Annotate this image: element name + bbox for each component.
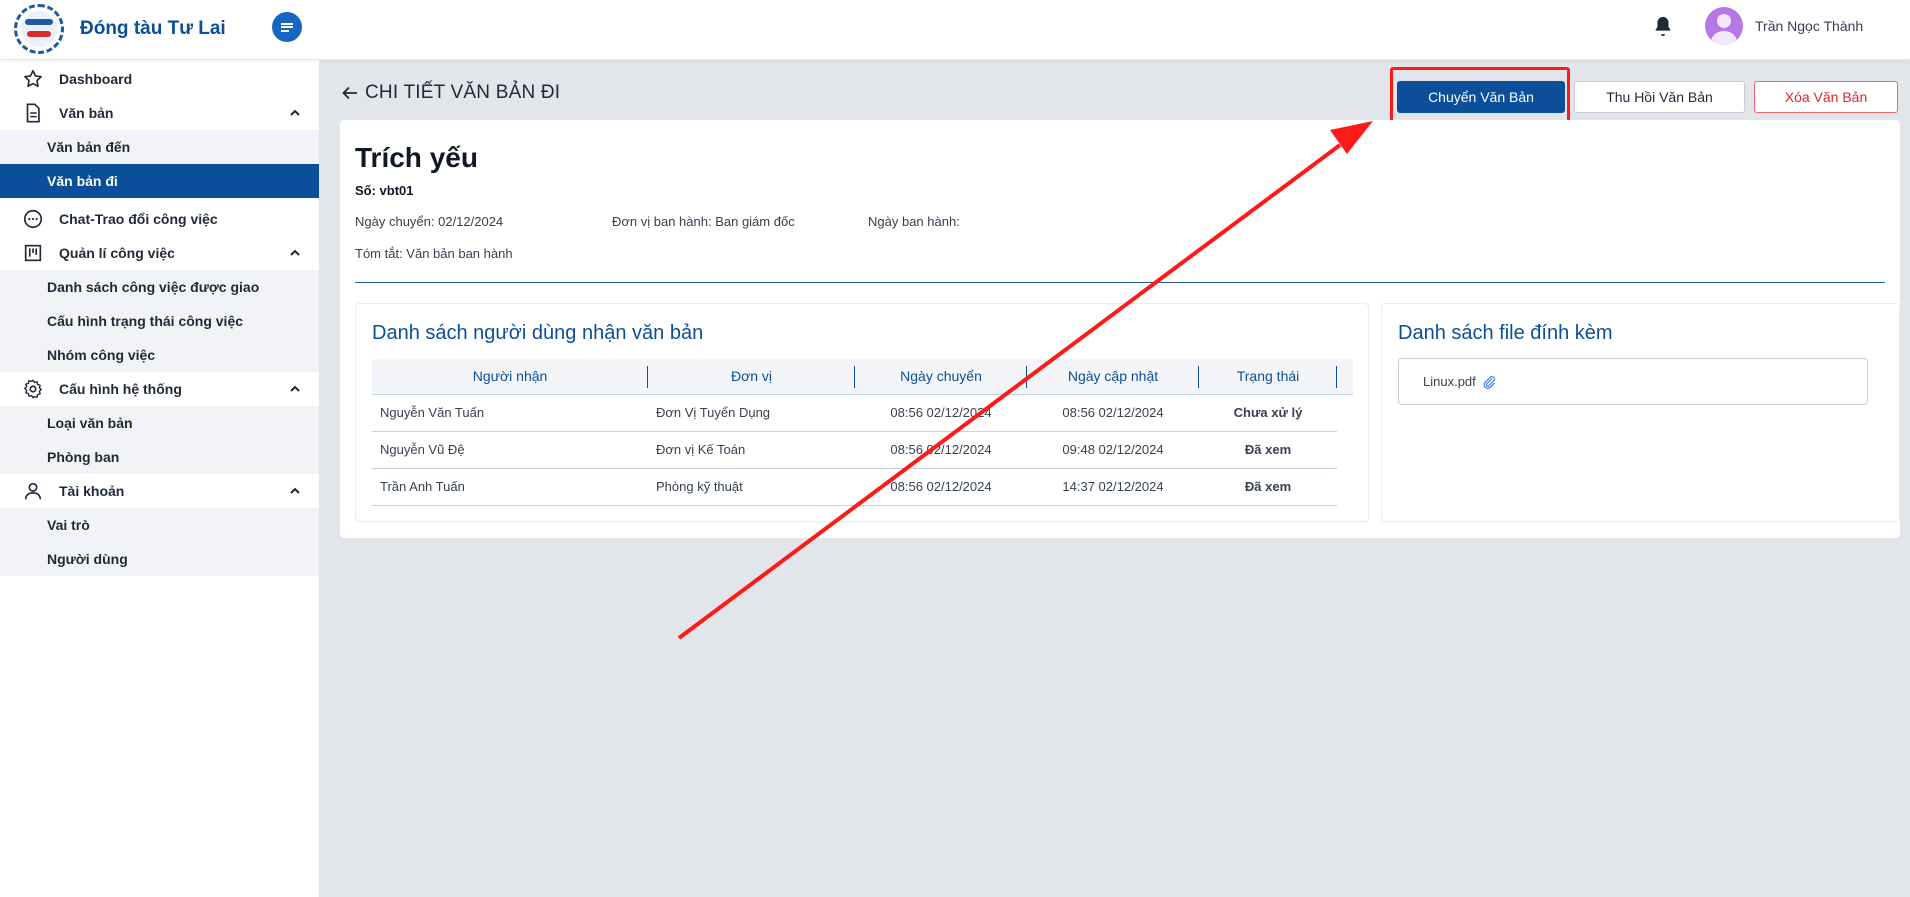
sidebar-item-chat[interactable]: Chat-Trao đổi công việc <box>0 202 319 236</box>
sidebar-item-assigned-tasks[interactable]: Danh sách công việc được giao <box>0 270 319 304</box>
sidebar-group-account[interactable]: Tài khoản <box>0 474 319 508</box>
sidebar-item-roles[interactable]: Vai trò <box>0 508 319 542</box>
table-row[interactable]: Nguyễn Văn Tuấn Đơn Vị Tuyển Dụng 08:56 … <box>372 394 1353 432</box>
sidebar-item-departments[interactable]: Phòng ban <box>0 440 319 474</box>
sidebar-submenu-account: Vai trò Người dùng <box>0 508 319 576</box>
attachments-title: Danh sách file đính kèm <box>1398 322 1613 344</box>
column-header[interactable]: Đơn vị <box>648 359 855 394</box>
recipient-unit: Đơn vị Kế Toán <box>648 431 855 469</box>
attachment-file[interactable]: Linux.pdf <box>1398 358 1868 405</box>
menu-toggle-icon <box>281 21 293 33</box>
recipients-title: Danh sách người dùng nhận văn bản <box>372 322 704 344</box>
sidebar-group-config[interactable]: Cấu hình hệ thống <box>0 372 319 406</box>
sidebar-group-documents[interactable]: Văn bản <box>0 96 319 130</box>
sidebar-group-label: Cấu hình hệ thống <box>59 381 182 397</box>
attachment-filename: Linux.pdf <box>1423 374 1476 389</box>
updated-date: 08:56 02/12/2024 <box>1027 394 1199 432</box>
sidebar-group-tasks[interactable]: Quản lí công việc <box>0 236 319 270</box>
page-title: CHI TIẾT VĂN BẢN ĐI <box>365 82 561 103</box>
sidebar-item-incoming[interactable]: Văn bản đến <box>0 130 319 164</box>
document-detail-card: Trích yếu Số: vbt01 Ngày chuyển: 02/12/2… <box>340 120 1900 538</box>
recall-document-button[interactable]: Thu Hồi Văn Bản <box>1574 81 1745 113</box>
document-number: Số: vbt01 <box>355 183 414 198</box>
brand[interactable]: Đóng tàu Tư Lai <box>14 4 226 54</box>
sidebar: Dashboard Văn bản Văn bản đến Văn bản đi… <box>0 60 319 897</box>
back-link[interactable]: CHI TIẾT VĂN BẢN ĐI <box>341 82 560 104</box>
divider <box>355 282 1885 283</box>
sidebar-item-outgoing[interactable]: Văn bản đi <box>0 164 319 198</box>
table-row[interactable]: Trần Anh Tuấn Phòng kỹ thuật 08:56 02/12… <box>372 468 1353 506</box>
main-content: CHI TIẾT VĂN BẢN ĐI Chuyển Văn Bản Thu H… <box>319 60 1910 897</box>
chevron-up-icon <box>290 109 300 116</box>
column-header[interactable]: Người nhận <box>372 359 648 394</box>
star-icon <box>24 69 42 88</box>
sidebar-item-document-types[interactable]: Loại văn bản <box>0 406 319 440</box>
issue-date: Ngày ban hành: <box>868 214 960 229</box>
sidebar-item-label: Dashboard <box>59 71 133 87</box>
user-icon <box>24 482 42 500</box>
status-badge: Đã xem <box>1199 468 1337 506</box>
sidebar-item-task-groups[interactable]: Nhóm công việc <box>0 338 319 372</box>
chevron-up-icon <box>290 487 300 494</box>
row-spacer <box>1337 431 1353 468</box>
document-summary: Tóm tắt: Văn bản ban hành <box>355 246 513 261</box>
sidebar-group-label: Quản lí công việc <box>59 245 175 261</box>
forward-document-button[interactable]: Chuyển Văn Bản <box>1397 81 1565 113</box>
user-name: Trần Ngọc Thành <box>1755 18 1864 34</box>
document-icon <box>26 103 40 123</box>
user-menu[interactable]: Trần Ngọc Thành <box>1705 7 1863 45</box>
sidebar-item-task-status-config[interactable]: Cấu hình trạng thái công việc <box>0 304 319 338</box>
row-spacer <box>1337 394 1353 431</box>
sidebar-submenu-documents: Văn bản đến Văn bản đi <box>0 130 319 198</box>
column-header[interactable]: Ngày cập nhật <box>1027 359 1199 394</box>
chevron-up-icon <box>290 385 300 392</box>
kanban-icon <box>24 244 42 262</box>
delete-document-button[interactable]: Xóa Văn Bản <box>1754 81 1898 113</box>
sent-date: 08:56 02/12/2024 <box>855 468 1027 506</box>
company-logo <box>14 4 64 54</box>
column-header[interactable]: Trạng thái <box>1199 359 1337 394</box>
status-badge: Chưa xử lý <box>1199 394 1337 432</box>
updated-date: 14:37 02/12/2024 <box>1027 468 1199 506</box>
attachments-panel: Danh sách file đính kèm Linux.pdf <box>1381 303 1900 522</box>
recipient-unit: Đơn Vị Tuyển Dụng <box>648 394 855 432</box>
sent-date: 08:56 02/12/2024 <box>855 431 1027 469</box>
arrow-left-icon <box>342 86 357 100</box>
recipients-table: Người nhận Đơn vị Ngày chuyển Ngày cập n… <box>372 359 1353 506</box>
sidebar-submenu-config: Loại văn bản Phòng ban <box>0 406 319 474</box>
sidebar-group-label: Văn bản <box>59 105 114 121</box>
table-header-row: Người nhận Đơn vị Ngày chuyển Ngày cập n… <box>372 359 1353 394</box>
sidebar-submenu-tasks: Danh sách công việc được giao Cấu hình t… <box>0 270 319 372</box>
recipients-panel: Danh sách người dùng nhận văn bản Người … <box>355 303 1369 522</box>
row-spacer <box>1337 468 1353 505</box>
recipient-unit: Phòng kỹ thuật <box>648 468 855 506</box>
issuing-unit: Đơn vị ban hành: Ban giám đốc <box>612 214 795 229</box>
summary-title: Trích yếu <box>355 142 478 173</box>
recipient-name: Nguyễn Vũ Đệ <box>372 431 648 469</box>
menu-toggle-button[interactable] <box>272 12 302 42</box>
sent-date: 08:56 02/12/2024 <box>855 394 1027 432</box>
recipient-name: Trần Anh Tuấn <box>372 468 648 506</box>
chevron-up-icon <box>290 249 300 256</box>
table-row[interactable]: Nguyễn Vũ Đệ Đơn vị Kế Toán 08:56 02/12/… <box>372 431 1353 469</box>
sidebar-item-dashboard[interactable]: Dashboard <box>0 62 319 96</box>
column-header-spacer <box>1337 359 1353 394</box>
paperclip-icon <box>1483 375 1495 389</box>
transfer-date: Ngày chuyển: 02/12/2024 <box>355 214 504 229</box>
sidebar-group-label: Tài khoản <box>59 483 125 499</box>
sidebar-item-users[interactable]: Người dùng <box>0 542 319 576</box>
brand-name: Đóng tàu Tư Lai <box>80 18 226 39</box>
status-badge: Đã xem <box>1199 431 1337 469</box>
bell-icon[interactable] <box>1652 14 1674 38</box>
top-bar: Đóng tàu Tư Lai Trần Ngọc Thành <box>0 0 1910 60</box>
gear-icon <box>24 379 42 399</box>
sidebar-item-label: Chat-Trao đổi công việc <box>59 211 218 227</box>
avatar <box>1705 7 1743 45</box>
column-header[interactable]: Ngày chuyển <box>855 359 1027 394</box>
updated-date: 09:48 02/12/2024 <box>1027 431 1199 469</box>
recipient-name: Nguyễn Văn Tuấn <box>372 394 648 432</box>
chat-icon <box>23 209 43 229</box>
